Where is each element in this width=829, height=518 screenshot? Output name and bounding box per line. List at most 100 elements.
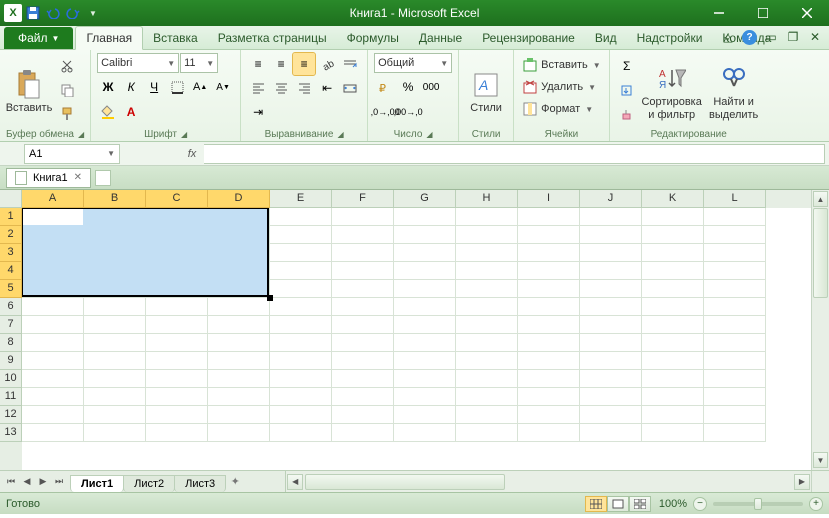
zoom-out-icon[interactable]: − — [693, 497, 707, 511]
close-button[interactable] — [785, 0, 829, 26]
cell[interactable] — [208, 316, 270, 334]
sheet-first-icon[interactable]: ⏮ — [4, 475, 18, 489]
cell[interactable] — [22, 406, 84, 424]
row-header-11[interactable]: 11 — [0, 388, 22, 406]
tab-data[interactable]: Данные — [409, 27, 472, 49]
scroll-up-icon[interactable]: ▲ — [813, 191, 828, 207]
cell[interactable] — [518, 334, 580, 352]
cell[interactable] — [580, 298, 642, 316]
cell[interactable] — [394, 424, 456, 442]
cell[interactable] — [642, 424, 704, 442]
cell-area[interactable] — [22, 208, 811, 470]
clipboard-launcher-icon[interactable]: ◢ — [78, 130, 84, 139]
bold-button[interactable]: Ж — [97, 76, 119, 98]
formula-input[interactable] — [204, 144, 825, 164]
cell[interactable] — [580, 370, 642, 388]
cell[interactable] — [580, 388, 642, 406]
find-select-button[interactable]: Найти и выделить — [706, 53, 762, 128]
cell[interactable] — [518, 208, 580, 226]
cell[interactable] — [270, 388, 332, 406]
doc-close-icon[interactable]: ✕ — [807, 29, 823, 45]
col-header-A[interactable]: A — [22, 190, 84, 208]
align-center-icon[interactable] — [270, 77, 292, 99]
cell[interactable] — [22, 388, 84, 406]
cell[interactable] — [270, 208, 332, 226]
cell[interactable] — [270, 334, 332, 352]
cell[interactable] — [704, 334, 766, 352]
cell[interactable] — [704, 352, 766, 370]
cell[interactable] — [456, 334, 518, 352]
tab-formulas[interactable]: Формулы — [337, 27, 409, 49]
tab-review[interactable]: Рецензирование — [472, 27, 585, 49]
cell[interactable] — [580, 424, 642, 442]
cell[interactable] — [22, 352, 84, 370]
cell[interactable] — [518, 298, 580, 316]
cell[interactable] — [456, 280, 518, 298]
help-icon[interactable]: ? — [742, 30, 757, 45]
cell[interactable] — [580, 262, 642, 280]
sheet-prev-icon[interactable]: ◀ — [20, 475, 34, 489]
hscroll-thumb[interactable] — [305, 474, 505, 490]
cell[interactable] — [456, 262, 518, 280]
row-header-3[interactable]: 3 — [0, 244, 22, 262]
cell[interactable] — [270, 280, 332, 298]
zoom-slider[interactable] — [713, 502, 803, 506]
cell[interactable] — [146, 388, 208, 406]
cell[interactable] — [704, 406, 766, 424]
orientation-icon[interactable]: ab — [316, 53, 338, 75]
paste-button[interactable]: Вставить — [6, 53, 52, 128]
delete-cells-button[interactable]: Удалить▼ — [520, 77, 603, 97]
sort-filter-button[interactable]: АЯ Сортировка и фильтр — [642, 53, 702, 128]
row-header-13[interactable]: 13 — [0, 424, 22, 442]
cell[interactable] — [704, 262, 766, 280]
cell[interactable] — [580, 208, 642, 226]
tab-view[interactable]: Вид — [585, 27, 627, 49]
align-middle-icon[interactable]: ≡ — [270, 53, 292, 75]
cell[interactable] — [270, 352, 332, 370]
select-all-button[interactable] — [0, 190, 22, 208]
align-launcher-icon[interactable]: ◢ — [337, 130, 343, 139]
cell[interactable] — [146, 352, 208, 370]
row-header-8[interactable]: 8 — [0, 334, 22, 352]
grow-font-icon[interactable]: A▲ — [189, 76, 211, 98]
cell[interactable] — [208, 424, 270, 442]
cell[interactable] — [332, 280, 394, 298]
cell[interactable] — [146, 316, 208, 334]
cell[interactable] — [208, 406, 270, 424]
scroll-down-icon[interactable]: ▼ — [813, 452, 828, 468]
decrease-decimal-icon[interactable]: ,00→,0 — [397, 101, 419, 123]
cell[interactable] — [332, 208, 394, 226]
cell[interactable] — [704, 208, 766, 226]
cell[interactable] — [642, 352, 704, 370]
cell[interactable] — [332, 406, 394, 424]
cell[interactable] — [394, 370, 456, 388]
copy-icon[interactable] — [56, 79, 78, 101]
cell[interactable] — [642, 208, 704, 226]
cell[interactable] — [270, 244, 332, 262]
insert-cells-button[interactable]: Вставить▼ — [520, 55, 603, 75]
sheet-tab-3[interactable]: Лист3 — [174, 475, 226, 492]
format-painter-icon[interactable] — [56, 103, 78, 125]
cell[interactable] — [456, 316, 518, 334]
cell[interactable] — [456, 298, 518, 316]
cell[interactable] — [642, 262, 704, 280]
cell[interactable] — [332, 334, 394, 352]
cell[interactable] — [84, 370, 146, 388]
cell[interactable] — [518, 316, 580, 334]
fx-button[interactable]: fx — [180, 148, 204, 160]
fill-icon[interactable] — [616, 79, 638, 101]
cell[interactable] — [518, 280, 580, 298]
page-layout-view-icon[interactable] — [607, 496, 629, 512]
cell[interactable] — [332, 424, 394, 442]
horizontal-scrollbar[interactable]: ◀ ▶ — [285, 471, 811, 492]
row-header-10[interactable]: 10 — [0, 370, 22, 388]
row-header-12[interactable]: 12 — [0, 406, 22, 424]
cell[interactable] — [456, 424, 518, 442]
cell[interactable] — [704, 226, 766, 244]
number-launcher-icon[interactable]: ◢ — [426, 130, 432, 139]
cell[interactable] — [394, 388, 456, 406]
cell[interactable] — [518, 352, 580, 370]
align-left-icon[interactable] — [247, 77, 269, 99]
tab-home[interactable]: Главная — [75, 26, 143, 50]
cell[interactable] — [270, 370, 332, 388]
